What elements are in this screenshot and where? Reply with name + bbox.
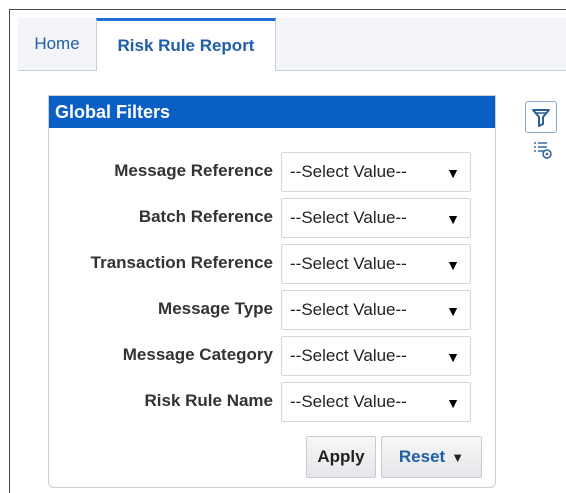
tab-risk-rule-report[interactable]: Risk Rule Report — [96, 18, 276, 71]
caret-down-icon: ▼ — [446, 395, 460, 411]
caret-down-icon: ▼ — [446, 303, 460, 319]
risk-rule-name-select[interactable]: --Select Value-- ▼ — [281, 382, 471, 422]
filter-row-batch-reference: Batch Reference --Select Value-- ▼ — [49, 196, 495, 238]
caret-down-icon: ▼ — [446, 165, 460, 181]
reset-label: Reset — [398, 447, 446, 466]
filter-label: Batch Reference — [138, 207, 273, 226]
panel-title: Global Filters — [49, 96, 495, 128]
global-filters-panel: Global Filters Message Reference --Selec… — [48, 95, 496, 488]
tab-home[interactable]: Home — [18, 18, 96, 70]
filter-row-risk-rule-name: Risk Rule Name --Select Value-- ▼ — [49, 380, 495, 422]
filter-label: Message Type — [158, 299, 273, 318]
transaction-reference-select[interactable]: --Select Value-- ▼ — [281, 244, 471, 284]
filter-row-message-category: Message Category --Select Value-- ▼ — [49, 334, 495, 376]
select-value: --Select Value-- — [290, 162, 407, 181]
tab-bar: Home Risk Rule Report — [18, 18, 566, 71]
message-reference-select[interactable]: --Select Value-- ▼ — [281, 152, 471, 192]
select-value: --Select Value-- — [290, 346, 407, 365]
list-settings-icon[interactable] — [533, 140, 553, 160]
reset-button[interactable]: Reset ▼ — [381, 436, 482, 478]
chevron-down-icon: ▼ — [451, 449, 465, 465]
message-type-select[interactable]: --Select Value-- ▼ — [281, 290, 471, 330]
select-value: --Select Value-- — [290, 392, 407, 411]
filter-row-transaction-reference: Transaction Reference --Select Value-- ▼ — [49, 242, 495, 284]
caret-down-icon: ▼ — [446, 211, 460, 227]
filter-row-message-reference: Message Reference --Select Value-- ▼ — [49, 150, 495, 192]
apply-button[interactable]: Apply — [306, 436, 376, 478]
caret-down-icon: ▼ — [446, 349, 460, 365]
select-value: --Select Value-- — [290, 208, 407, 227]
filter-icon[interactable] — [525, 101, 557, 133]
batch-reference-select[interactable]: --Select Value-- ▼ — [281, 198, 471, 238]
select-value: --Select Value-- — [290, 300, 407, 319]
filter-label: Risk Rule Name — [144, 391, 274, 410]
caret-down-icon: ▼ — [446, 257, 460, 273]
select-value: --Select Value-- — [290, 254, 407, 273]
filter-label: Message Reference — [114, 161, 273, 180]
message-category-select[interactable]: --Select Value-- ▼ — [281, 336, 471, 376]
filter-label: Transaction Reference — [90, 253, 273, 272]
filter-row-message-type: Message Type --Select Value-- ▼ — [49, 288, 495, 330]
filter-label: Message Category — [122, 345, 273, 364]
